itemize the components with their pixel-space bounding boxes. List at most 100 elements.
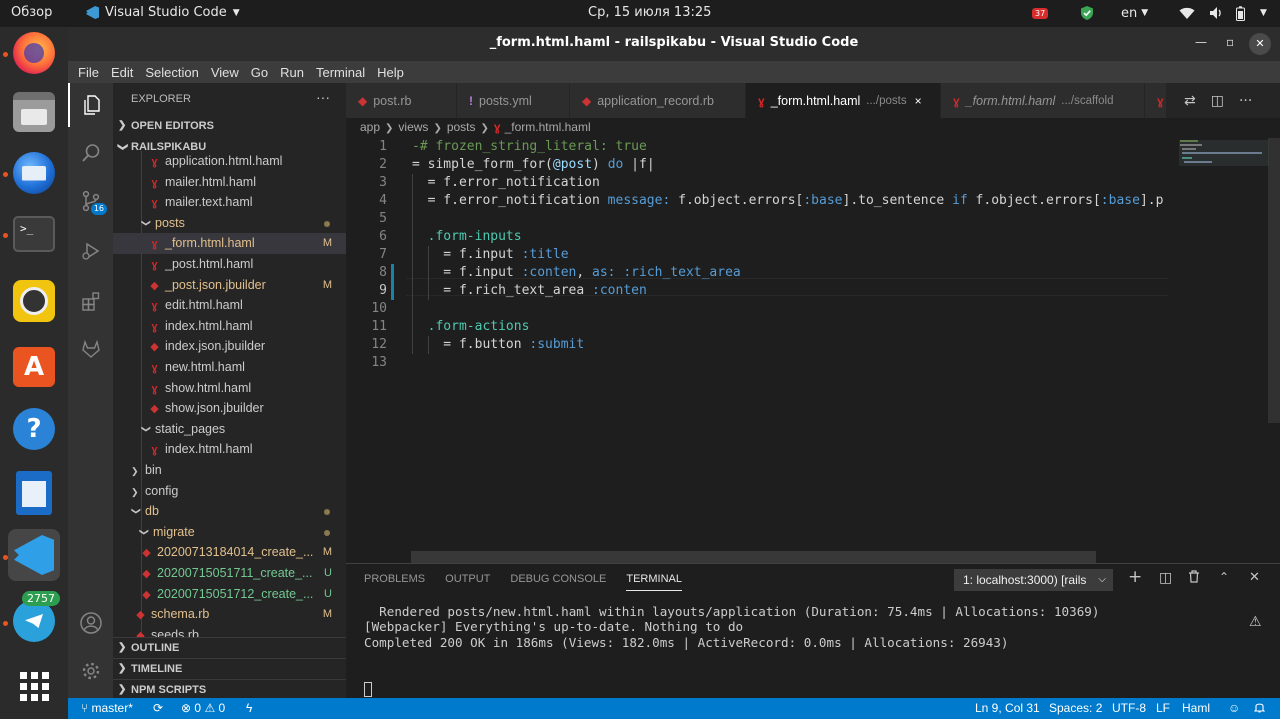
bell-icon[interactable]	[1253, 701, 1266, 716]
account-icon[interactable]	[68, 601, 113, 645]
battery-icon[interactable]	[1236, 4, 1245, 22]
code-editor[interactable]: 1 2 3 4 5 6 7 8 9 10 11 12 13 -# frozen_…	[346, 138, 1280, 563]
tree-file-index-html-haml[interactable]: ɣ index.html.haml	[113, 316, 346, 337]
tree-file-post-html-haml[interactable]: ɣ _post.html.haml	[113, 254, 346, 275]
new-terminal-icon[interactable]: +	[1128, 567, 1142, 587]
breadcrumb-item[interactable]: _form.html.haml	[505, 120, 591, 134]
problems-indicator[interactable]: ⊗ 0 ⚠ 0	[181, 701, 225, 715]
cursor-position[interactable]: Ln 9, Col 31	[975, 701, 1040, 715]
open-editors-section[interactable]: ❯ OPEN EDITORS	[113, 116, 346, 136]
tree-file-migration-3[interactable]: ◆ 20200715051712_create_... U	[113, 584, 346, 605]
notification-indicator[interactable]: 37	[1032, 4, 1049, 22]
tree-file-static-index-html-haml[interactable]: ɣ index.html.haml	[113, 439, 346, 460]
more-actions-button[interactable]: ···	[316, 89, 330, 105]
language-mode[interactable]: Haml	[1182, 701, 1210, 715]
software-center-icon[interactable]: A	[8, 341, 60, 393]
menu-edit[interactable]: Edit	[105, 65, 139, 80]
volume-icon[interactable]	[1209, 4, 1223, 22]
open-changes-icon[interactable]: ⇄	[1184, 93, 1196, 109]
terminal-icon[interactable]: >_	[8, 208, 60, 260]
tab-problems[interactable]: PROBLEMS	[364, 573, 425, 591]
split-editor-icon[interactable]: ◫	[1211, 93, 1224, 109]
tab-post-rb[interactable]: ◆ post.rb	[346, 83, 457, 118]
menu-help[interactable]: Help	[371, 65, 410, 80]
help-icon[interactable]: ?	[8, 403, 60, 455]
files-icon[interactable]	[8, 86, 60, 138]
tree-folder-bin[interactable]: ❯ bin	[113, 460, 346, 481]
breadcrumb-item[interactable]: posts	[447, 120, 476, 134]
terminal-output[interactable]: Rendered posts/new.html.haml within layo…	[364, 604, 1099, 650]
tree-file-show-json-jbuilder[interactable]: ◆ show.json.jbuilder	[113, 398, 346, 419]
menu-file[interactable]: File	[72, 65, 105, 80]
tree-file-migration-1[interactable]: ◆ 20200713184014_create_... M	[113, 542, 346, 563]
tree-file-mailer-html-haml[interactable]: ɣ mailer.html.haml	[113, 172, 346, 193]
tree-file-schema-rb[interactable]: ◆ schema.rb M	[113, 604, 346, 625]
tree-file-show-html-haml[interactable]: ɣ show.html.haml	[113, 378, 346, 399]
tree-file-migration-2[interactable]: ◆ 20200715051711_create_... U	[113, 563, 346, 584]
tree-file-application-html-haml[interactable]: ɣ application.html.haml	[113, 151, 346, 172]
live-share-icon[interactable]: ϟ	[246, 701, 252, 715]
search-icon[interactable]	[68, 131, 113, 175]
indentation[interactable]: Spaces: 2	[1049, 701, 1102, 715]
minimize-button[interactable]: —	[1195, 35, 1207, 49]
tab-debug-console[interactable]: DEBUG CONSOLE	[510, 573, 606, 591]
telegram-icon[interactable]: 2757	[8, 591, 60, 647]
minimap[interactable]	[1174, 138, 1269, 563]
rhythmbox-icon[interactable]	[8, 275, 60, 327]
trash-icon[interactable]	[1188, 570, 1200, 587]
terminal-select[interactable]: 1: localhost:3000) [rails ⌵	[954, 569, 1113, 591]
npm-scripts-section[interactable]: ❯ NPM SCRIPTS	[113, 679, 346, 698]
shield-icon[interactable]	[1080, 4, 1094, 22]
system-menu-caret-icon[interactable]: ▼	[1260, 4, 1267, 22]
tab-posts-yml[interactable]: ! posts.yml	[457, 83, 570, 118]
tab-output[interactable]: OUTPUT	[445, 573, 490, 591]
tree-file-edit-html-haml[interactable]: ɣ edit.html.haml	[113, 295, 346, 316]
tree-folder-migrate[interactable]: ❯ migrate	[113, 522, 346, 543]
tree-file-new-html-haml[interactable]: ɣ new.html.haml	[113, 357, 346, 378]
sync-icon[interactable]: ⟳	[153, 701, 163, 715]
explorer-icon[interactable]	[68, 83, 113, 127]
tree-file-post-json-jbuilder[interactable]: ◆ _post.json.jbuilder M	[113, 275, 346, 296]
close-panel-icon[interactable]: ✕	[1249, 570, 1260, 585]
tree-folder-static-pages[interactable]: ❯ static_pages	[113, 419, 346, 440]
end-of-line[interactable]: LF	[1156, 701, 1170, 715]
keyboard-layout-indicator[interactable]: en ▼	[1121, 4, 1148, 22]
encoding[interactable]: UTF-8	[1112, 701, 1146, 715]
menu-selection[interactable]: Selection	[139, 65, 204, 80]
clock[interactable]: Ср, 15 июля 13:25	[588, 5, 711, 20]
warning-icon[interactable]: ⚠	[1249, 614, 1262, 630]
tab-terminal[interactable]: TERMINAL	[626, 573, 682, 591]
outline-section[interactable]: ❯ OUTLINE	[113, 637, 346, 657]
tab-overflow[interactable]: ɣ	[1145, 83, 1166, 118]
libreoffice-writer-icon[interactable]	[8, 467, 60, 519]
firefox-icon[interactable]	[8, 27, 60, 79]
menu-terminal[interactable]: Terminal	[310, 65, 371, 80]
gitlab-icon[interactable]	[68, 327, 113, 371]
gear-icon[interactable]	[68, 649, 113, 693]
close-icon[interactable]: ×	[915, 94, 922, 108]
wifi-icon[interactable]	[1179, 4, 1195, 22]
menu-go[interactable]: Go	[245, 65, 274, 80]
branch-indicator[interactable]: ⑂ master*	[81, 701, 133, 715]
tab-form-html-haml-scaffold[interactable]: ɣ _form.html.haml .../scaffold	[941, 83, 1145, 118]
split-terminal-icon[interactable]: ◫	[1159, 570, 1172, 586]
menu-view[interactable]: View	[205, 65, 245, 80]
show-apps-icon[interactable]	[8, 660, 60, 712]
tree-folder-db[interactable]: ❯ db	[113, 501, 346, 522]
menu-run[interactable]: Run	[274, 65, 310, 80]
extensions-icon[interactable]	[68, 279, 113, 323]
close-window-button[interactable]: ✕	[1249, 33, 1271, 55]
timeline-section[interactable]: ❯ TIMELINE	[113, 658, 346, 678]
tab-application-record-rb[interactable]: ◆ application_record.rb	[570, 83, 746, 118]
vscode-icon[interactable]	[8, 529, 60, 581]
more-actions-icon[interactable]: ···	[1239, 93, 1252, 109]
tab-form-html-haml-posts[interactable]: ɣ _form.html.haml .../posts ×	[746, 83, 941, 118]
horizontal-scrollbar[interactable]	[411, 551, 1096, 563]
vertical-scrollbar[interactable]	[1268, 138, 1280, 423]
tree-folder-config[interactable]: ❯ config	[113, 481, 346, 502]
source-control-icon[interactable]: 16	[68, 179, 113, 223]
feedback-icon[interactable]: ☺	[1228, 701, 1240, 715]
run-debug-icon[interactable]	[68, 229, 113, 273]
tree-file-form-html-haml[interactable]: ɣ _form.html.haml M	[113, 233, 346, 254]
tree-file-mailer-text-haml[interactable]: ɣ mailer.text.haml	[113, 192, 346, 213]
